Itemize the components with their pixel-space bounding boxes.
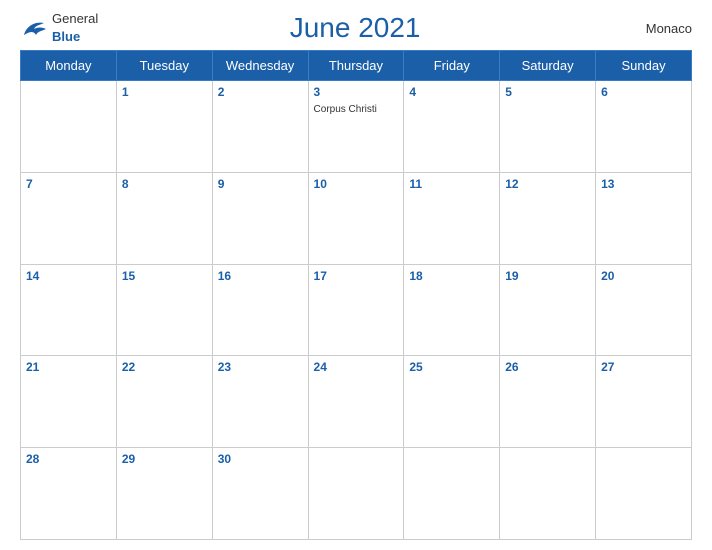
calendar-cell: 18 (404, 264, 500, 356)
weekday-header-row: MondayTuesdayWednesdayThursdayFridaySatu… (21, 51, 692, 81)
day-number: 29 (122, 452, 207, 466)
day-number: 23 (218, 360, 303, 374)
weekday-sunday: Sunday (596, 51, 692, 81)
day-number: 30 (218, 452, 303, 466)
weekday-wednesday: Wednesday (212, 51, 308, 81)
calendar-cell: 26 (500, 356, 596, 448)
calendar-cell: 24 (308, 356, 404, 448)
calendar-table: MondayTuesdayWednesdayThursdayFridaySatu… (20, 50, 692, 540)
day-number: 10 (314, 177, 399, 191)
calendar-cell (21, 81, 117, 173)
calendar-week-1: 123 Corpus Christi 456 (21, 81, 692, 173)
calendar-cell: 8 (116, 172, 212, 264)
calendar-cell: 9 (212, 172, 308, 264)
day-number: 7 (26, 177, 111, 191)
calendar-cell: 21 (21, 356, 117, 448)
calendar-week-3: 14 15 16 17 18 19 20 (21, 264, 692, 356)
calendar-cell: 14 (21, 264, 117, 356)
day-number: 26 (505, 360, 590, 374)
calendar-cell: 3 Corpus Christi (308, 81, 404, 173)
calendar-cell (500, 448, 596, 540)
calendar-cell: 22 (116, 356, 212, 448)
calendar-header: General Blue June 2021 Monaco (20, 10, 692, 46)
calendar-cell: 28 (21, 448, 117, 540)
weekday-thursday: Thursday (308, 51, 404, 81)
calendar-cell: 12 (500, 172, 596, 264)
calendar-cell: 23 (212, 356, 308, 448)
calendar-cell: 15 (116, 264, 212, 356)
day-number: 14 (26, 269, 111, 283)
day-number: 20 (601, 269, 686, 283)
day-number: 1 (122, 85, 207, 99)
day-number: 28 (26, 452, 111, 466)
day-number: 15 (122, 269, 207, 283)
calendar-week-2: 789 10 11 12 13 (21, 172, 692, 264)
calendar-cell: 27 (596, 356, 692, 448)
day-number: 9 (218, 177, 303, 191)
logo: General Blue (20, 10, 98, 46)
day-number: 6 (601, 85, 686, 99)
calendar-cell: 5 (500, 81, 596, 173)
weekday-saturday: Saturday (500, 51, 596, 81)
day-number: 8 (122, 177, 207, 191)
country-label: Monaco (612, 21, 692, 36)
calendar-cell: 4 (404, 81, 500, 173)
logo-blue: Blue (52, 29, 80, 44)
day-number: 12 (505, 177, 590, 191)
calendar-cell: 20 (596, 264, 692, 356)
calendar-cell: 13 (596, 172, 692, 264)
calendar-cell: 7 (21, 172, 117, 264)
event-label: Corpus Christi (314, 104, 377, 115)
calendar-cell: 10 (308, 172, 404, 264)
logo-general: General (52, 11, 98, 26)
weekday-friday: Friday (404, 51, 500, 81)
day-number: 24 (314, 360, 399, 374)
calendar-cell: 1 (116, 81, 212, 173)
day-number: 17 (314, 269, 399, 283)
calendar-cell: 19 (500, 264, 596, 356)
day-number: 18 (409, 269, 494, 283)
weekday-monday: Monday (21, 51, 117, 81)
day-number: 27 (601, 360, 686, 374)
day-number: 25 (409, 360, 494, 374)
calendar-cell (596, 448, 692, 540)
logo-text: General Blue (52, 10, 98, 46)
day-number: 16 (218, 269, 303, 283)
calendar-cell: 16 (212, 264, 308, 356)
calendar-cell: 30 (212, 448, 308, 540)
weekday-tuesday: Tuesday (116, 51, 212, 81)
day-number: 5 (505, 85, 590, 99)
calendar-week-5: 28 29 30 (21, 448, 692, 540)
calendar-cell (308, 448, 404, 540)
day-number: 3 (314, 85, 399, 99)
logo-bird-icon (20, 17, 48, 39)
day-number: 22 (122, 360, 207, 374)
day-number: 2 (218, 85, 303, 99)
calendar-cell (404, 448, 500, 540)
month-title: June 2021 (98, 12, 612, 44)
calendar-cell: 11 (404, 172, 500, 264)
calendar-week-4: 21 22 23 24 25 26 27 (21, 356, 692, 448)
calendar-cell: 25 (404, 356, 500, 448)
calendar-cell: 29 (116, 448, 212, 540)
day-number: 4 (409, 85, 494, 99)
calendar-cell: 17 (308, 264, 404, 356)
day-number: 13 (601, 177, 686, 191)
calendar-cell: 6 (596, 81, 692, 173)
day-number: 11 (409, 177, 494, 191)
day-number: 19 (505, 269, 590, 283)
calendar-cell: 2 (212, 81, 308, 173)
day-number: 21 (26, 360, 111, 374)
